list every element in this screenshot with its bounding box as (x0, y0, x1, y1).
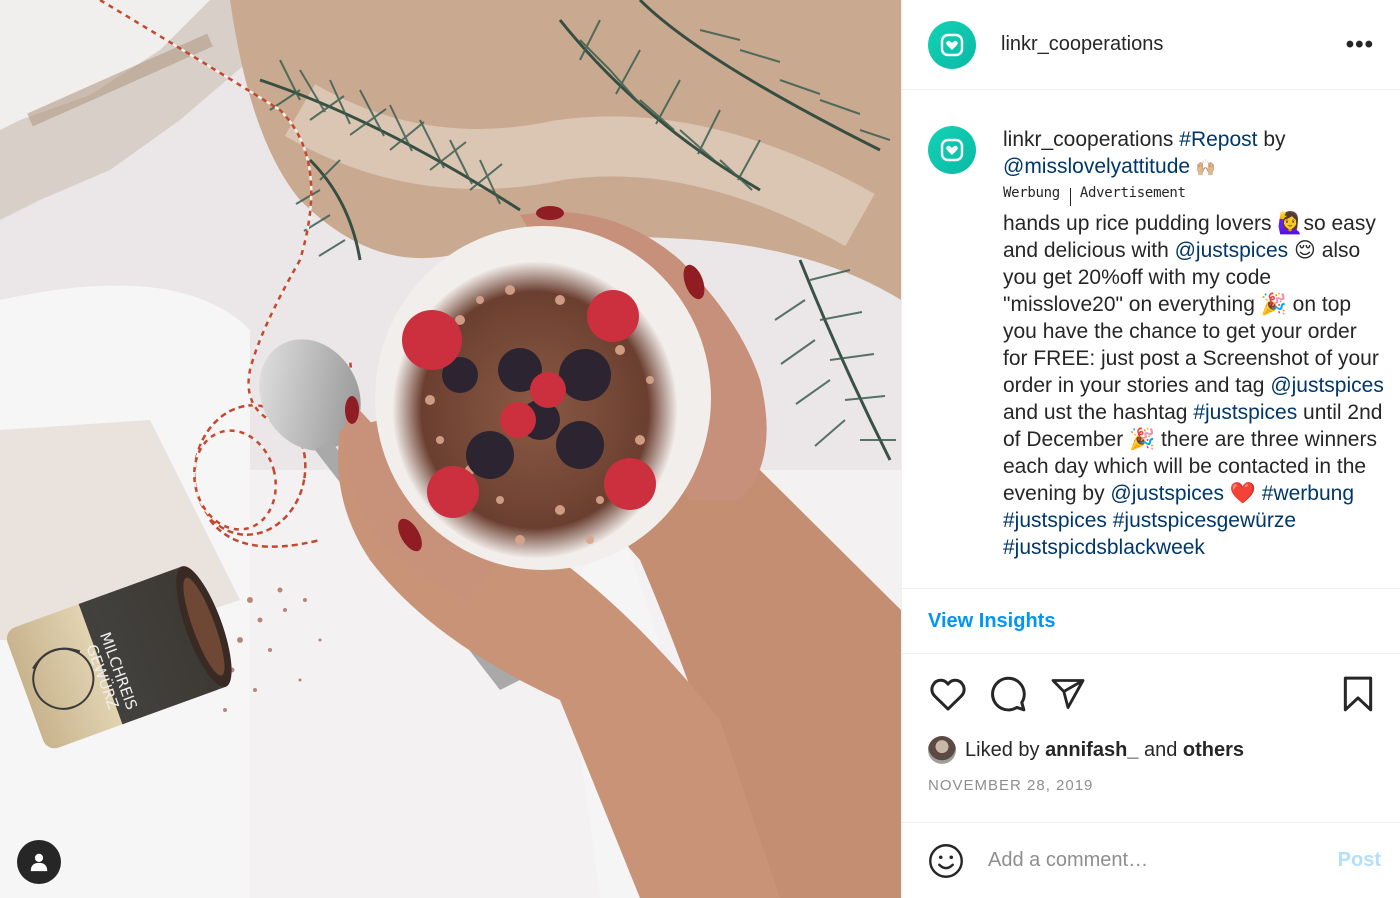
insights-row: View Insights (902, 588, 1400, 654)
user-icon (30, 853, 48, 872)
like-button[interactable] (926, 672, 970, 716)
comment-icon (991, 676, 1026, 712)
emoji-button[interactable] (928, 843, 964, 879)
original-author-mention[interactable]: @misslovelyattitude (1003, 155, 1190, 178)
tagged-users-button[interactable] (17, 840, 61, 884)
hashtag-justspicdsblackweek[interactable]: #justspicdsblackweek (1003, 536, 1205, 559)
ad-disclosure: Werbung Advertisement (1003, 184, 1384, 206)
liker-username[interactable]: annifash_ (1045, 739, 1138, 762)
header-username[interactable]: linkr_cooperations (1001, 33, 1163, 56)
author-emoji: 🙌🏼 (1195, 160, 1216, 177)
repost-hashtag[interactable]: #Repost (1179, 128, 1257, 151)
ad-label-de: Werbung (1003, 185, 1060, 201)
caption-text: hands up rice pudding lovers 🙋‍♀️so easy… (1003, 210, 1384, 561)
post-image (0, 0, 901, 898)
hashtag-justspices[interactable]: #justspices (1193, 401, 1297, 424)
paper-plane-icon (1051, 679, 1085, 709)
hashtag-werbung[interactable]: #werbung (1262, 482, 1354, 505)
mention-justspices[interactable]: @justspices (1270, 374, 1384, 397)
liker-avatar[interactable] (928, 736, 956, 764)
ad-label-divider (1069, 188, 1071, 206)
bookmark-icon (1343, 676, 1373, 712)
likes-prefix: Liked by (965, 738, 1040, 761)
ad-label-en: Advertisement (1079, 185, 1186, 201)
account-avatar[interactable] (928, 20, 976, 69)
caption-text-part: ❤️ (1223, 482, 1262, 505)
post-side-panel: linkr_cooperations ••• linkr_cooperation… (901, 0, 1400, 898)
post-header: linkr_cooperations ••• (902, 0, 1400, 90)
post-date[interactable]: NOVEMBER 28, 2019 (902, 777, 1400, 794)
heart-icon (930, 678, 966, 711)
caption-section: linkr_cooperations #Repost by @misslovel… (902, 90, 1400, 588)
comment-input[interactable] (988, 849, 1318, 872)
mention-justspices[interactable]: @justspices (1175, 239, 1289, 262)
caption-avatar[interactable] (928, 126, 976, 174)
caption-username[interactable]: linkr_cooperations (1003, 128, 1173, 151)
caption-by: by (1263, 128, 1286, 151)
save-button[interactable] (1336, 672, 1380, 716)
caption-body: linkr_cooperations #Repost by @misslovel… (1003, 126, 1384, 588)
comment-button[interactable] (986, 672, 1030, 716)
hashtag-justspicesgewuerze[interactable]: #justspicesgewürze (1113, 509, 1296, 532)
likes-others-link[interactable]: others (1183, 739, 1244, 762)
likes-and: and (1143, 738, 1178, 761)
heart-shield-logo-icon (940, 33, 964, 56)
post-actions (902, 654, 1400, 734)
more-options-button[interactable]: ••• (1346, 32, 1374, 57)
post-comment-button[interactable]: Post (1338, 849, 1381, 872)
likes-summary: Liked by annifash_ and others (902, 734, 1400, 766)
comment-bar: Post (902, 822, 1400, 898)
view-insights-link[interactable]: View Insights (928, 610, 1055, 633)
post-photo[interactable]: MILCHREIS GEWÜRZ (0, 0, 901, 898)
mention-justspices[interactable]: @justspices (1110, 482, 1224, 505)
share-button[interactable] (1046, 672, 1090, 716)
heart-shield-logo-icon (940, 138, 964, 162)
hashtag-justspices[interactable]: #justspices (1003, 509, 1107, 532)
smiley-icon (929, 843, 963, 878)
caption-title: linkr_cooperations #Repost by @misslovel… (1003, 126, 1384, 182)
